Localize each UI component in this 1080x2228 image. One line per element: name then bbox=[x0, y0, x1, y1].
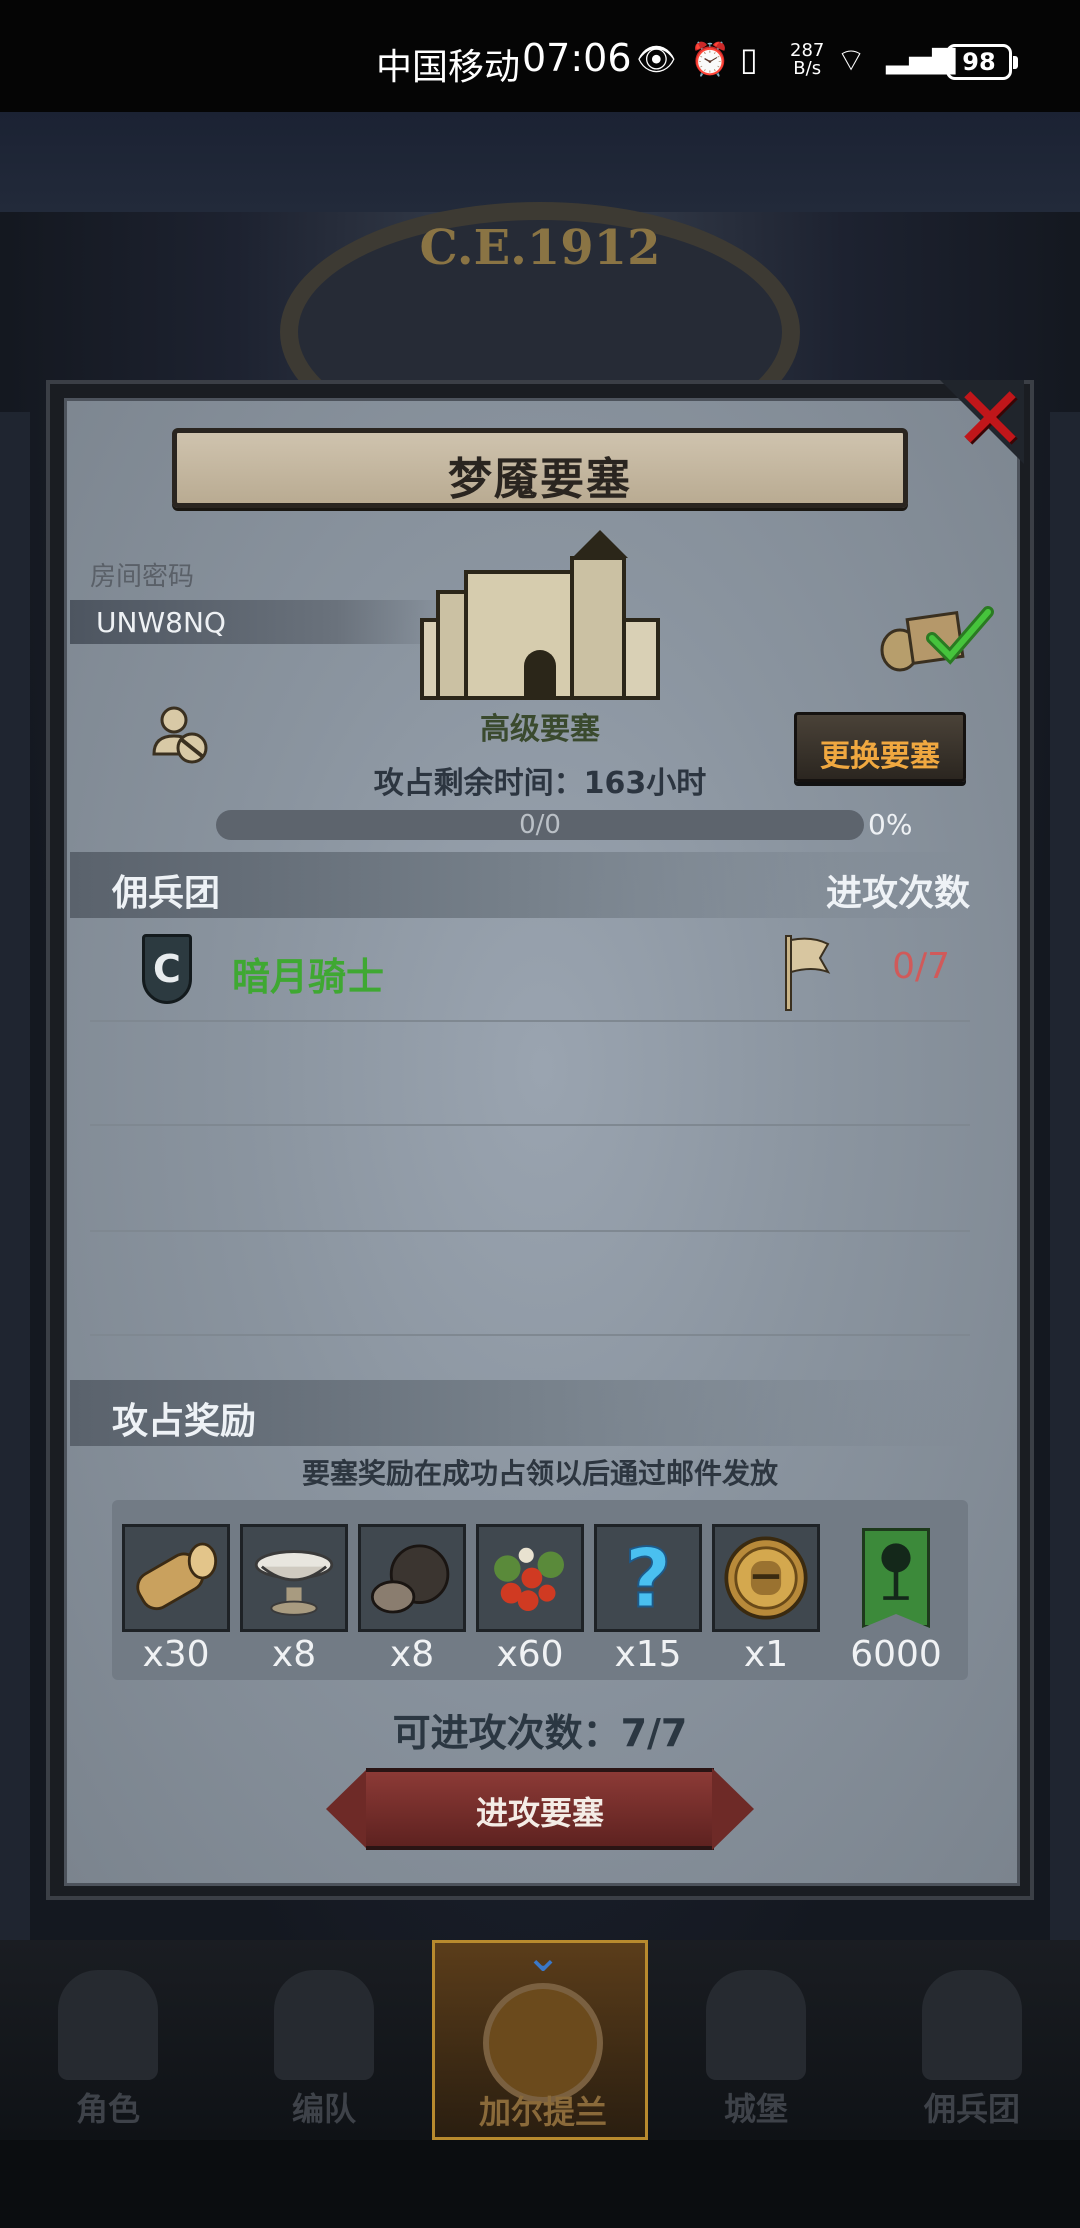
progress-percent: 0% bbox=[868, 808, 913, 841]
nav-galtiran[interactable]: ⌄ 加尔提兰 bbox=[432, 1931, 648, 2140]
eye-icon: 👁 bbox=[636, 40, 677, 78]
network-speed: 287 B/s bbox=[790, 42, 824, 78]
available-attacks: 可进攻次数：7/7 bbox=[392, 1711, 688, 1755]
attack-fortress-label: 进攻要塞 bbox=[475, 1794, 604, 1832]
right-edge bbox=[1050, 412, 1080, 1992]
battery-indicator: 98 bbox=[946, 44, 1018, 80]
rewards-note: 要塞奖励在成功占领以后通过邮件发放 bbox=[301, 1457, 778, 1490]
reward-qty: x8 bbox=[389, 1634, 435, 1675]
truffle-icon[interactable] bbox=[358, 1524, 466, 1632]
reward-qty: x30 bbox=[142, 1634, 210, 1675]
remaining-time: 攻占剩余时间：163小时 bbox=[373, 766, 707, 801]
attack-fortress-button[interactable]: 进攻要塞 bbox=[326, 1768, 754, 1850]
rewards-section-header: 攻占奖励 bbox=[70, 1380, 970, 1446]
chevron-down-icon: ⌄ bbox=[524, 1931, 562, 1982]
wood-log-icon[interactable] bbox=[122, 1524, 230, 1632]
nav-mercenary[interactable]: 佣兵团 bbox=[864, 1940, 1080, 2140]
nav-label: 城堡 bbox=[723, 2090, 788, 2128]
knight-icon bbox=[58, 1970, 158, 2080]
mercenary-header: 佣兵团 bbox=[112, 873, 221, 914]
loot-check-icon[interactable] bbox=[878, 594, 998, 674]
room-code-value: UNW8NQ bbox=[96, 606, 226, 639]
left-edge bbox=[0, 412, 30, 1992]
mercenary-section-header: 佣兵团 进攻次数 bbox=[70, 852, 970, 918]
close-button[interactable]: ✕ bbox=[940, 374, 1030, 464]
reward-qty: x15 bbox=[614, 1634, 682, 1675]
title-banner: 梦魇要塞 bbox=[172, 428, 908, 508]
banner-icon bbox=[922, 1970, 1022, 2080]
bottom-navigation: 角色 编队 ⌄ 加尔提兰 城堡 佣兵团 bbox=[0, 1931, 1080, 2140]
nav-castle[interactable]: 城堡 bbox=[648, 1940, 864, 2140]
rewards-header: 攻占奖励 bbox=[112, 1401, 257, 1442]
room-code-field[interactable]: UNW8NQ bbox=[70, 600, 450, 644]
progress-text: 0/0 bbox=[519, 810, 561, 840]
globe-icon bbox=[483, 1983, 603, 2103]
reward-qty: 6000 bbox=[850, 1634, 942, 1675]
signal-5g-icon: ▂▄▆ bbox=[886, 40, 956, 75]
top-band bbox=[0, 112, 1080, 212]
mercenary-name: 暗月骑士 bbox=[232, 955, 385, 999]
change-fortress-button[interactable]: 更换要塞 bbox=[794, 712, 966, 782]
guild-emblem-icon: C bbox=[142, 934, 192, 1004]
carrier-label: 中国移动 bbox=[376, 47, 521, 88]
nav-label: 佣兵团 bbox=[923, 2090, 1020, 2128]
castle-tower-right bbox=[570, 556, 626, 700]
castle-roof bbox=[572, 530, 628, 558]
change-fortress-label: 更换要塞 bbox=[820, 739, 940, 774]
attack-times-header: 进攻次数 bbox=[825, 873, 970, 914]
network-speed-unit: B/s bbox=[793, 58, 822, 79]
nav-label: 加尔提兰 bbox=[478, 2093, 607, 2131]
mercenary-row[interactable]: C 暗月骑士 0/7 bbox=[70, 920, 970, 1020]
nav-label: 编队 bbox=[291, 2090, 356, 2128]
row-divider bbox=[90, 1020, 970, 1022]
helmet-icon bbox=[274, 1970, 374, 2080]
mercenary-attack-count: 0/7 bbox=[892, 946, 950, 987]
castle-icon bbox=[420, 530, 660, 700]
castle-icon bbox=[706, 1970, 806, 2080]
room-code-label: 房间密码 bbox=[90, 562, 195, 592]
guild-banner-icon[interactable] bbox=[862, 1528, 930, 1628]
fortress-grade: 高级要塞 bbox=[480, 712, 600, 747]
reward-qty: x1 bbox=[743, 1634, 789, 1675]
nav-formation[interactable]: 编队 bbox=[216, 1940, 432, 2140]
knight-coin-icon[interactable] bbox=[712, 1524, 820, 1632]
close-icon: ✕ bbox=[953, 367, 1027, 470]
dialog-title: 梦魇要塞 bbox=[448, 454, 632, 505]
vibrate-icon: ▯ bbox=[740, 40, 758, 78]
row-divider bbox=[90, 1334, 970, 1336]
era-year-label: C.E.1912 bbox=[419, 220, 661, 276]
status-bar: 中国移动 07:06 👁 ⏰ ▯ 287 B/s ⌔ ▂▄▆ 98 bbox=[0, 0, 1080, 112]
reward-qty: x60 bbox=[496, 1634, 564, 1675]
no-user-icon[interactable] bbox=[148, 702, 212, 766]
wifi-icon: ⌔ bbox=[836, 41, 867, 79]
silver-bowl-icon[interactable] bbox=[240, 1524, 348, 1632]
nav-character[interactable]: 角色 bbox=[0, 1940, 216, 2140]
mystery-question-icon[interactable]: ? bbox=[594, 1524, 702, 1632]
row-divider bbox=[90, 1124, 970, 1126]
alarm-icon: ⏰ bbox=[690, 40, 730, 78]
nav-label: 角色 bbox=[75, 2090, 140, 2128]
row-divider bbox=[90, 1230, 970, 1232]
berries-icon[interactable] bbox=[476, 1524, 584, 1632]
capture-progress-bar: 0/0 bbox=[216, 810, 864, 840]
reward-qty: x8 bbox=[271, 1634, 317, 1675]
castle-gate bbox=[524, 650, 556, 700]
system-home-bar bbox=[0, 2140, 1080, 2228]
clock-time: 07:06 bbox=[522, 36, 632, 80]
svg-text:?: ? bbox=[624, 1532, 671, 1626]
flag-icon bbox=[785, 935, 831, 1011]
